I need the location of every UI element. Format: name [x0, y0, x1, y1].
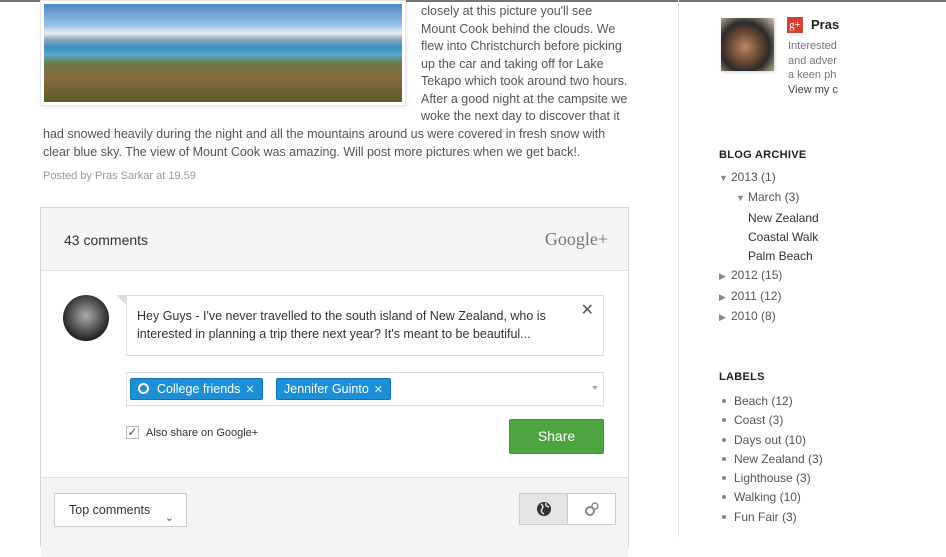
chevron-down-icon: ⌄ — [164, 512, 174, 524]
also-share-checkbox[interactable]: ✓ Also share on Google+ — [126, 426, 258, 439]
remove-icon[interactable]: ✕ — [374, 384, 383, 396]
post-line: flew into Christchurch before picking — [421, 39, 622, 53]
post-text-full: had snowed heavily during the night and … — [43, 126, 633, 161]
triangle-down-icon[interactable]: ▼ — [736, 189, 748, 208]
blog-archive-list: ▼ 2013 (1) ▼ March (3) New Zealand Coastal Wa… — [719, 168, 819, 327]
bullet-icon — [722, 456, 726, 461]
label-link[interactable]: Coast (3) — [734, 413, 783, 427]
label-item[interactable]: Days out (10) — [722, 431, 823, 450]
bullet-icon — [722, 437, 726, 442]
label-link[interactable]: Fun Fair (3) — [734, 510, 797, 524]
google-plus-logo: Google+ — [544, 229, 608, 249]
post-line: After a good night at the campsite we — [421, 91, 628, 106]
column-divider — [678, 0, 679, 537]
archive-item[interactable]: ▼ 2013 (1) — [719, 168, 819, 188]
bullet-icon — [722, 476, 726, 481]
post-text-right: closely at this picture you'll see Mount… — [421, 3, 636, 126]
triangle-right-icon[interactable]: ▶ — [719, 308, 731, 327]
archive-item[interactable]: ▶ 2011 (12) — [719, 287, 819, 307]
post-line: had snowed heavily during the night and … — [43, 127, 606, 141]
recipients-field[interactable]: College friends ✕ Jennifer Guinto ✕ — [126, 372, 604, 406]
archive-item[interactable]: ▼ March (3) — [719, 188, 819, 208]
archive-link[interactable]: 2011 (12) — [731, 289, 781, 303]
view-toggle — [519, 493, 616, 525]
label-link[interactable]: Days out (10) — [734, 433, 806, 447]
dropdown-caret-icon[interactable] — [592, 386, 598, 390]
post-photo[interactable] — [40, 0, 406, 106]
archive-link[interactable]: New Zealand — [748, 211, 819, 225]
view-profile-link[interactable]: View my c — [788, 83, 842, 98]
archive-item[interactable]: Coastal Walk — [719, 228, 819, 247]
archive-link[interactable]: 2013 (1) — [731, 170, 776, 184]
archive-item[interactable]: New Zealand — [719, 209, 819, 228]
circles-icon — [584, 502, 599, 516]
label-link[interactable]: New Zealand (3) — [734, 452, 823, 466]
circles-button[interactable] — [568, 494, 615, 524]
label-link[interactable]: Walking (10) — [734, 490, 801, 504]
comment-input[interactable]: Hey Guys - I've never travelled to the s… — [116, 295, 604, 356]
archive-link[interactable]: March (3) — [748, 190, 799, 204]
sort-dropdown[interactable]: Top comments ⌄ — [54, 493, 187, 527]
label-item[interactable]: Lighthouse (3) — [722, 469, 823, 488]
archive-link[interactable]: 2010 (8) — [731, 309, 776, 323]
label-item[interactable]: Beach (12) — [722, 392, 823, 411]
desc-line: Interested — [788, 40, 837, 52]
labels-heading: LABELS — [719, 371, 765, 383]
sort-label: Top comments — [69, 503, 151, 517]
triangle-right-icon[interactable]: ▶ — [719, 267, 731, 286]
posted-by[interactable]: Posted by Pras Sarkar at 19.59 — [43, 170, 196, 182]
triangle-down-icon[interactable]: ▼ — [719, 169, 731, 188]
checkmark-icon[interactable]: ✓ — [126, 426, 139, 439]
post-line: woke the next day to discover that it — [421, 109, 620, 123]
archive-link[interactable]: 2012 (15) — [731, 268, 782, 282]
globe-icon — [536, 502, 551, 516]
triangle-right-icon[interactable]: ▶ — [719, 288, 731, 307]
bullet-icon — [722, 399, 726, 403]
google-plus-icon[interactable]: g+ — [787, 17, 803, 33]
label-item[interactable]: Fun Fair (3) — [722, 508, 823, 527]
comment-text: Hey Guys - I've never travelled to the s… — [137, 309, 546, 341]
bullet-icon — [722, 514, 726, 519]
comments-footer: Top comments ⌄ — [41, 477, 628, 557]
profile-name[interactable]: Pras — [811, 17, 839, 32]
user-avatar — [63, 295, 109, 341]
archive-item[interactable]: Palm Beach — [719, 247, 819, 266]
desc-line: a keen ph — [788, 69, 837, 81]
labels-list: Beach (12) Coast (3) Days out (10) New Zeal… — [722, 392, 823, 527]
label-link[interactable]: Beach (12) — [734, 394, 793, 408]
post-line: up the car and taking off for Lake — [421, 56, 604, 71]
comment-count: 43 comments — [64, 232, 149, 248]
post-line: Mount Cook behind the clouds. We — [421, 21, 616, 36]
recipient-chip-person[interactable]: Jennifer Guinto ✕ — [276, 378, 391, 400]
share-button[interactable]: Share — [509, 419, 604, 454]
recipient-chip-circle[interactable]: College friends ✕ — [130, 378, 263, 400]
archive-link[interactable]: Palm Beach — [748, 249, 813, 263]
close-icon[interactable]: ✕ — [581, 302, 594, 320]
profile-description: Interested and adver a keen ph View my c — [788, 39, 842, 97]
label-item[interactable]: New Zealand (3) — [722, 450, 823, 469]
desc-line: and adver — [788, 54, 837, 67]
lake-tekapo-image — [44, 4, 402, 102]
archive-item[interactable]: ▶ 2010 (8) — [719, 307, 819, 327]
label-item[interactable]: Walking (10) — [722, 488, 823, 507]
comments-widget: 43 comments Google+ Hey Guys - I've neve… — [40, 207, 629, 557]
bullet-icon — [722, 495, 726, 500]
blog-archive-heading: BLOG ARCHIVE — [719, 149, 807, 161]
archive-link[interactable]: Coastal Walk — [748, 230, 818, 244]
post-line: clear blue sky. The view of Mount Cook w… — [43, 144, 581, 159]
post-line: Tekapo which took around two hours. — [421, 74, 628, 88]
profile-photo[interactable] — [721, 18, 774, 71]
label-item[interactable]: Coast (3) — [722, 411, 823, 430]
archive-item[interactable]: ▶ 2012 (15) — [719, 266, 819, 286]
remove-icon[interactable]: ✕ — [245, 384, 254, 396]
checkbox-label: Also share on Google+ — [146, 426, 259, 439]
label-link[interactable]: Lighthouse (3) — [734, 471, 811, 485]
bullet-icon — [722, 418, 726, 423]
chip-label: College friends — [157, 382, 241, 396]
circle-icon — [138, 383, 149, 394]
chip-label: Jennifer Guinto — [284, 382, 369, 396]
post-line: closely at this picture you'll see — [421, 4, 593, 18]
globe-button[interactable] — [520, 494, 568, 524]
comments-header: 43 comments Google+ — [41, 208, 628, 271]
